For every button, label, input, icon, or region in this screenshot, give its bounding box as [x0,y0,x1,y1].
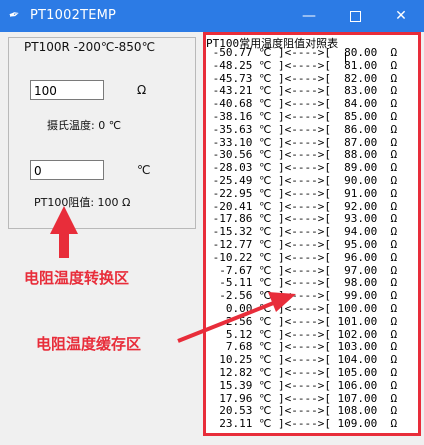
close-button[interactable]: ✕ [378,0,424,32]
close-icon: ✕ [395,8,407,24]
celsius-unit-label: ℃ [137,163,151,177]
lookup-table-textbox[interactable]: PT100常用温度阻值对照表 -50.77 ℃ ]<---->[ 80.00 Ω… [203,32,421,436]
table-row: 0.00 ℃ ]<---->[ 100.00 Ω [206,301,398,315]
table-row: 15.39 ℃ ]<---->[ 106.00 Ω [206,378,398,392]
cache-area-annotation: 电阻温度缓存区 [36,335,142,353]
minimize-button[interactable]: — [286,0,332,32]
resistance-input[interactable]: 100 [30,80,104,100]
window-title: PT1002TEMP [30,8,117,23]
temperature-input[interactable]: 0 [30,160,104,180]
table-row: -50.77 ℃ ]<---->[ 80.00 Ω [206,46,398,59]
table-row: -22.95 ℃ ]<---->[ 91.00 Ω [206,186,398,200]
table-row: 12.82 ℃ ]<---->[ 105.00 Ω [206,365,398,379]
text-caret [345,52,346,62]
table-row: 10.25 ℃ ]<---->[ 104.00 Ω [206,353,398,367]
table-row: -10.22 ℃ ]<---->[ 96.00 Ω [206,250,398,264]
table-row: -38.16 ℃ ]<---->[ 85.00 Ω [206,109,398,123]
title-bar[interactable]: ✒ PT1002TEMP — ✕ [0,0,424,32]
maximize-button[interactable] [332,0,378,32]
pt100-result-label: PT100阻值: 100 Ω [34,196,131,209]
celsius-result-label: 摄氏温度: 0 ℃ [47,119,122,132]
minimize-icon: — [302,8,316,24]
table-row: -35.63 ℃ ]<---->[ 86.00 Ω [206,122,398,136]
table-row: 2.56 ℃ ]<---->[ 101.00 Ω [206,314,398,328]
maximize-icon [349,10,361,22]
feather-icon: ✒ [7,6,22,25]
table-rows: -50.77 ℃ ]<---->[ 80.00 Ω -48.25 ℃ ]<---… [206,46,398,431]
table-row: 23.11 ℃ ]<---->[ 109.00 Ω [206,417,398,431]
table-row: -48.25 ℃ ]<---->[ 81.00 Ω [206,58,398,72]
table-row: -25.49 ℃ ]<---->[ 90.00 Ω [206,173,398,187]
table-row: -12.77 ℃ ]<---->[ 95.00 Ω [206,237,398,251]
ohm-unit-label: Ω [137,83,147,97]
converter-area-annotation: 电阻温度转换区 [24,269,130,287]
range-label: PT100R -200℃-850℃ [24,40,156,54]
